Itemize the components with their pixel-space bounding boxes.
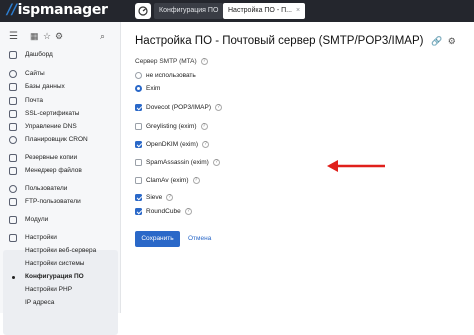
save-button[interactable]: Сохранить	[135, 231, 180, 247]
sidebar-item-mail[interactable]: Почта	[0, 95, 121, 107]
help-icon[interactable]: ?	[184, 207, 192, 215]
sidebar-item-backups[interactable]: Резервные копии	[0, 152, 121, 164]
grid-icon[interactable]: ▦	[30, 31, 39, 42]
help-icon[interactable]: ?	[200, 58, 208, 65]
sidebar-item-dashboard[interactable]: Дашборд	[0, 49, 121, 61]
checkbox[interactable]	[135, 177, 142, 184]
sidebar-tools: ☰ ▦ ☆ ⚙ ⌕	[0, 31, 121, 47]
search-icon[interactable]: ⌕	[100, 31, 105, 42]
page-title: Настройка ПО - Почтовый сервер (SMTP/POP…	[135, 35, 424, 47]
sidebar-item-databases[interactable]: Базы данных	[0, 81, 121, 93]
help-icon[interactable]: ?	[166, 193, 174, 201]
close-icon[interactable]: ×	[296, 7, 300, 14]
current-marker	[12, 276, 15, 279]
sidebar-item-web-server-settings[interactable]: Настройки веб-сервера	[0, 245, 121, 257]
help-icon[interactable]: ?	[192, 176, 200, 184]
radio-button[interactable]	[135, 72, 142, 79]
settings-icon[interactable]: ⚙	[448, 36, 456, 46]
help-icon[interactable]: ?	[212, 158, 220, 166]
cancel-button[interactable]: Отмена	[188, 231, 211, 247]
dashboard-icon	[9, 51, 17, 59]
checkbox[interactable]	[135, 104, 142, 111]
tab-software-config[interactable]: Конфигурация ПО	[154, 3, 224, 19]
sidebar-item-system-settings[interactable]: Настройки системы	[0, 258, 121, 270]
folder-icon	[9, 167, 17, 175]
sidebar-item-ip-addresses[interactable]: IP адреса	[0, 297, 121, 309]
ftp-icon	[9, 198, 17, 206]
sidebar-item-users[interactable]: Пользователи	[0, 183, 121, 195]
menu-icon[interactable]: ☰	[9, 31, 18, 42]
sidebar-item-sites[interactable]: Сайты	[0, 68, 121, 80]
sidebar-item-software-config[interactable]: Конфигурация ПО	[0, 271, 121, 283]
radio-button[interactable]	[135, 85, 142, 92]
modules-icon	[9, 216, 17, 224]
mail-icon	[9, 97, 17, 105]
user-icon	[9, 185, 17, 193]
sidebar-item-ssl[interactable]: SSL-сертификаты	[0, 108, 121, 120]
sidebar-item-file-manager[interactable]: Менеджер файлов	[0, 165, 121, 177]
main-content: Настройка ПО - Почтовый сервер (SMTP/POP…	[122, 22, 474, 313]
tab-software-settings[interactable]: Настройка ПО - П... ×	[223, 3, 306, 19]
checkbox[interactable]	[135, 194, 142, 201]
sidebar-item-php-settings[interactable]: Настройки PHP	[0, 284, 121, 296]
mta-label: Сервер SMTP (MTA)?	[135, 58, 208, 65]
checkbox[interactable]	[135, 159, 142, 166]
checkbox[interactable]	[135, 123, 142, 130]
globe-icon	[9, 70, 17, 78]
sidebar-item-cron[interactable]: Планировщик CRON	[0, 134, 121, 146]
sidebar-item-settings[interactable]: Настройки	[0, 232, 121, 244]
backup-icon	[9, 154, 17, 162]
settings-icon	[9, 234, 17, 242]
sidebar-item-ftp-users[interactable]: FTP-пользователи	[0, 196, 121, 208]
help-icon[interactable]: ?	[202, 140, 210, 148]
sidebar-item-dns[interactable]: Управление DNS	[0, 121, 121, 133]
help-icon[interactable]: ?	[200, 122, 208, 130]
star-icon[interactable]: ☆	[43, 31, 51, 42]
home-tab[interactable]	[135, 3, 151, 19]
checkbox[interactable]	[135, 208, 142, 215]
database-icon	[9, 83, 17, 91]
dns-icon	[9, 123, 17, 131]
top-bar: //ispmanager Конфигурация ПО Настройка П…	[0, 0, 474, 22]
sidebar: ☰ ▦ ☆ ⚙ ⌕ Дашборд Сайты Базы данных Почт…	[0, 22, 121, 335]
link-icon[interactable]: 🔗	[431, 36, 442, 46]
sidebar-item-modules[interactable]: Модули	[0, 214, 121, 226]
certificate-icon	[9, 110, 17, 118]
clock-icon	[9, 136, 17, 144]
logo-text: ispmanager	[17, 2, 108, 18]
help-icon[interactable]: ?	[215, 103, 223, 111]
logo[interactable]: //ispmanager	[7, 2, 108, 18]
settings-icon[interactable]: ⚙	[55, 31, 63, 42]
checkbox[interactable]	[135, 141, 142, 148]
title-actions: 🔗 ⚙	[431, 36, 456, 47]
annotation-arrow-icon	[327, 160, 385, 172]
dashboard-icon	[138, 6, 148, 16]
